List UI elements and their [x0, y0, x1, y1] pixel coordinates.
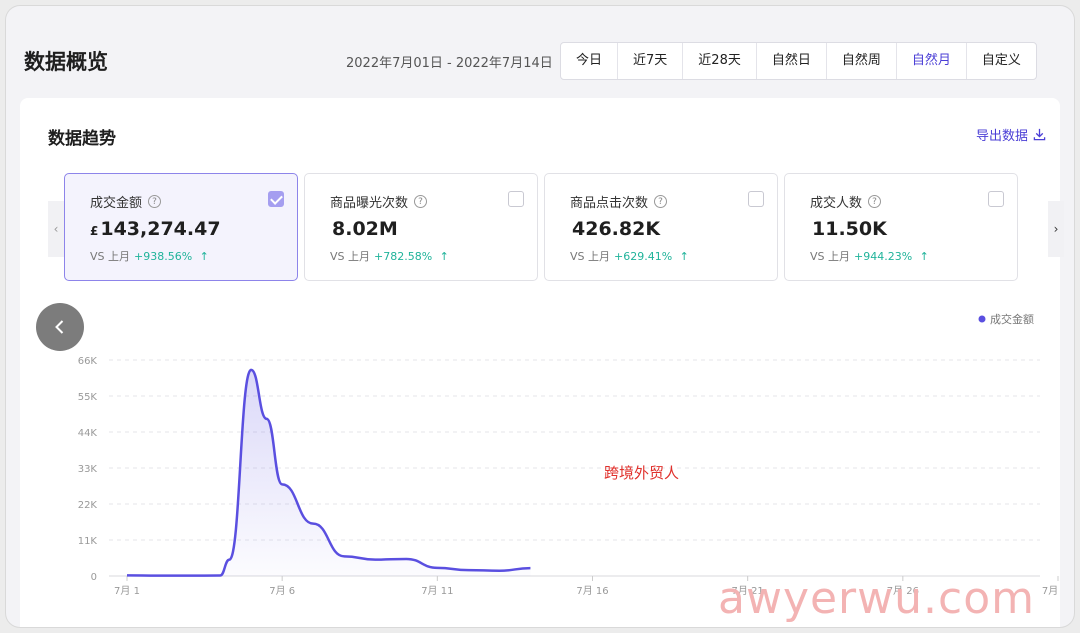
page-title: 数据概览: [24, 50, 108, 74]
date-range-display: 2022年7月01日 - 2022年7月14日: [346, 56, 553, 71]
y-tick-label: 33K: [78, 464, 98, 475]
range-tab[interactable]: 近7天: [618, 43, 684, 79]
x-tick-label: 7月 16: [576, 585, 608, 597]
range-tab[interactable]: 自定义: [967, 43, 1036, 79]
carousel-back-button[interactable]: [36, 303, 84, 351]
watermark-text: 跨境外贸人: [604, 464, 680, 482]
range-tab[interactable]: 自然日: [757, 43, 827, 79]
x-tick-label: 7月 6: [269, 585, 295, 597]
range-tab[interactable]: 今日: [561, 43, 619, 79]
trend-chart: 0 11K 22K 33K 44K 55K 66K 7月 1 7月 6 7月 11 7月 16 7月 …: [78, 312, 1060, 597]
page-header: 数据概览 2022年7月01日 - 2022年7月14日 今日 近7天 近28天 自然…: [6, 6, 1074, 98]
chevron-left-icon: [55, 320, 64, 334]
y-tick-label: 0: [91, 572, 97, 583]
y-tick-label: 11K: [78, 536, 98, 547]
legend-marker: [978, 315, 986, 323]
x-tick-label: 7月 31: [1042, 585, 1060, 597]
y-tick-label: 55K: [78, 392, 98, 403]
y-tick-label: 22K: [78, 500, 98, 511]
x-tick-label: 7月 11: [421, 585, 453, 597]
trend-card: 数据趋势 导出数据 ‹ 成交金额? £143,274.47 VS 上月 +938.56…: [20, 98, 1064, 627]
watermark-domain: awyerwu.com: [718, 573, 1035, 624]
y-tick-label: 44K: [78, 428, 98, 439]
legend-label[interactable]: 成交金额: [990, 312, 1034, 326]
range-tab[interactable]: 自然周: [827, 43, 897, 79]
app-window: 数据概览 2022年7月01日 - 2022年7月14日 今日 近7天 近28天 自然…: [6, 6, 1074, 627]
y-tick-label: 66K: [78, 356, 98, 367]
range-tabs: 今日 近7天 近28天 自然日 自然周 自然月 自定义: [560, 42, 1037, 80]
x-tick-label: 7月 1: [114, 585, 140, 597]
series-area: [127, 369, 531, 576]
range-tab[interactable]: 近28天: [683, 43, 757, 79]
range-tab[interactable]: 自然月: [897, 43, 967, 79]
